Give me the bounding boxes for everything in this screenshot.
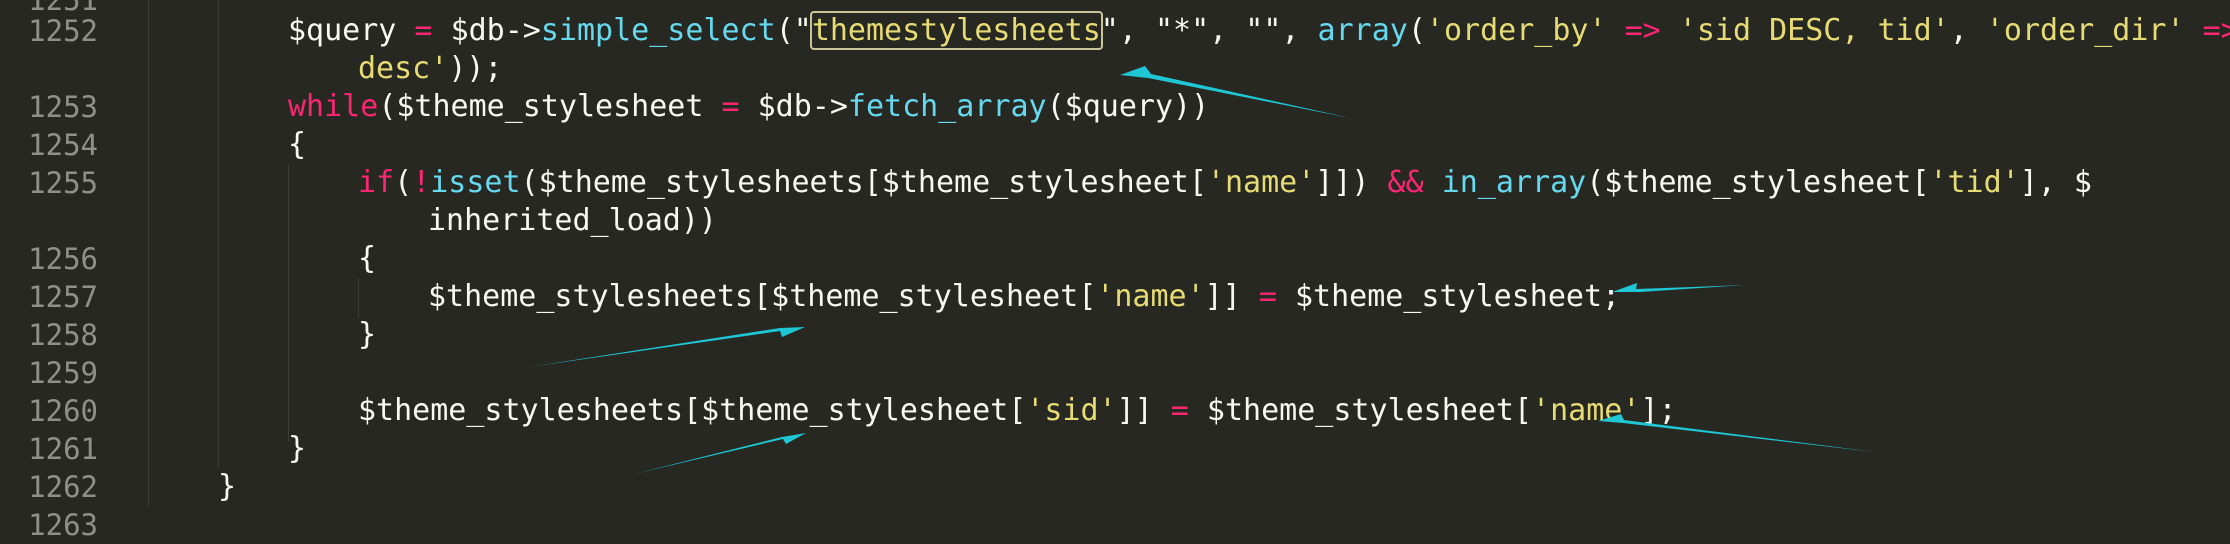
arrow-annotation-icon [1598, 414, 1875, 452]
arrow-annotation-icon [1120, 66, 1350, 118]
arrow-annotation-icon [1612, 283, 1745, 292]
annotation-arrows [529, 66, 1875, 474]
code-editor[interactable]: 1251 1252 1253 1254 1255 1256 1257 1258 … [0, 0, 2230, 542]
arrow-annotation-icon [634, 433, 806, 474]
arrow-annotation-icon [529, 327, 805, 367]
